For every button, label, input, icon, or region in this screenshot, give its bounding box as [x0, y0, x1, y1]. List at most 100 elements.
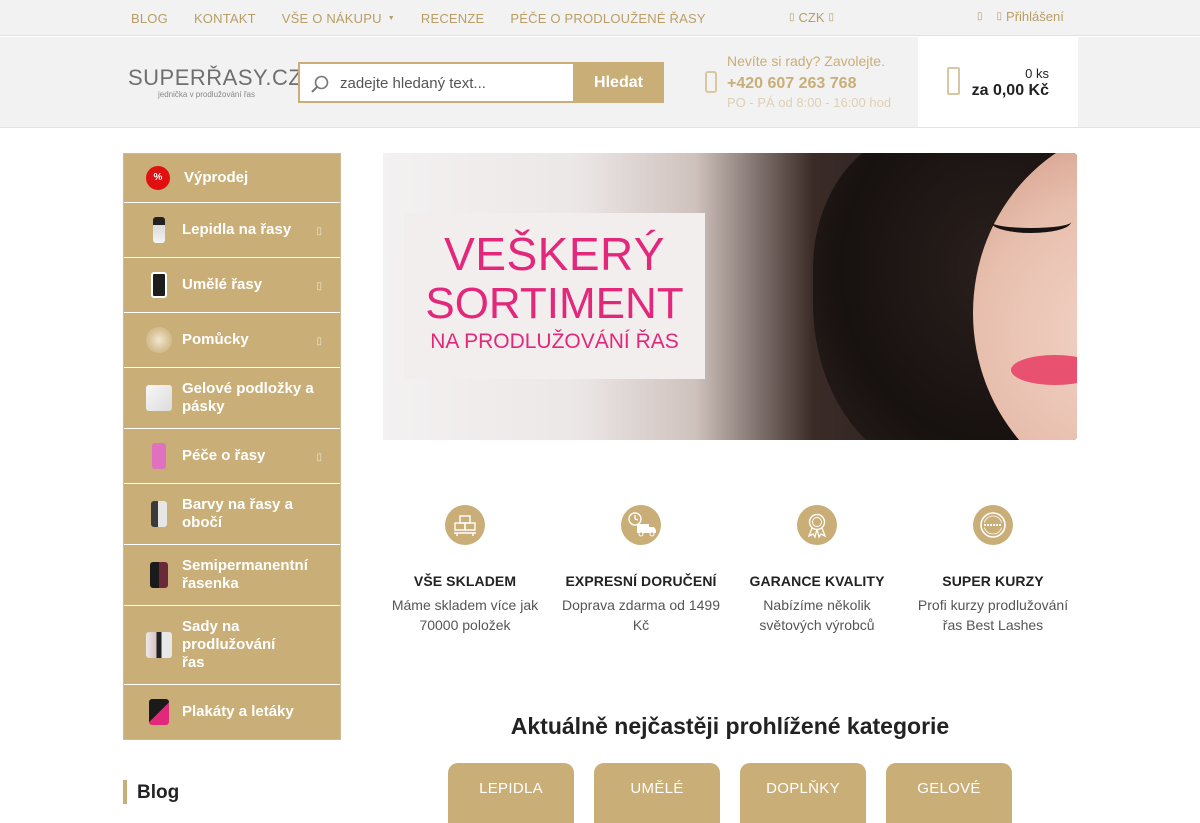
- cart-total: za 0,00 Kč: [971, 82, 1049, 99]
- sidebar-item-label: Sady na prodlužování řas: [182, 618, 276, 671]
- feature-title: VŠE SKLADEM: [413, 573, 517, 589]
- feature-title: GARANCE KVALITY: [749, 573, 885, 589]
- feature-desc: Nabízíme několik světových výrobců: [759, 597, 875, 633]
- sidebar-item-label: Péče o řasy: [182, 447, 266, 464]
- poster-icon: [149, 699, 169, 725]
- login-icon: ▯: [996, 11, 1003, 22]
- chevron-down-icon: ▼: [387, 14, 395, 22]
- currency-selector[interactable]: ▯ CZK ▯: [789, 10, 834, 25]
- feature-desc: Doprava zdarma od 1499 Kč: [562, 597, 720, 633]
- category-sidebar: % Výprodej Lepidla na řasy ▯ Umělé řasy …: [123, 153, 341, 740]
- feature-doruceni: EXPRESNÍ DORUČENÍ Doprava zdarma od 1499…: [556, 505, 726, 635]
- sidebar-item-lepidla[interactable]: Lepidla na řasy ▯: [124, 203, 340, 258]
- cart-count: 0 ks: [1025, 66, 1049, 81]
- search-form: Hledat: [298, 62, 664, 103]
- nav-pece-label: PÉČE O PRODLOUŽENÉ ŘASY: [510, 10, 706, 26]
- nav-vse-o-nakupu[interactable]: VŠE O NÁKUPU ▼: [269, 11, 408, 26]
- sidebar-item-label: Plakáty a letáky: [182, 703, 294, 720]
- gel-pads-icon: [146, 385, 172, 411]
- login-link[interactable]: ▯ ▯ Přihlášení: [977, 9, 1064, 24]
- sidebar-item-label: Semipermanentní řasenka: [182, 557, 308, 592]
- sidebar-item-vyprodej[interactable]: % Výprodej: [124, 154, 340, 203]
- chevron-right-icon: ▯: [316, 226, 322, 237]
- sidebar-item-gelove-podlozky[interactable]: Gelové podložky a pásky: [124, 368, 340, 429]
- quality-medal-icon: [797, 505, 837, 545]
- feature-kvalita: GARANCE KVALITY Nabízíme několik světový…: [732, 505, 902, 635]
- chevron-right-icon: ▯: [316, 281, 322, 292]
- feature-desc: Profi kurzy prodlužování řas Best Lashes: [917, 597, 1069, 633]
- cart-icon: [947, 67, 960, 95]
- sidebar-item-semipermanentni[interactable]: Semipermanentní řasenka: [124, 545, 340, 606]
- top-bar: BLOG KONTAKT VŠE O NÁKUPU ▼ RECENZE PÉČE …: [0, 0, 1200, 36]
- chevron-down-icon: ▯: [828, 12, 835, 23]
- contact-phone[interactable]: +420 607 263 768: [727, 75, 856, 93]
- feature-title: SUPER KURZY: [942, 573, 1044, 589]
- sidebar-item-label: Barvy na řasy a obočí: [182, 496, 293, 531]
- sidebar-item-umele-rasy[interactable]: Umělé řasy ▯: [124, 258, 340, 313]
- site-logo[interactable]: SUPERŘASY.CZ jednička v prodlužování řas: [128, 65, 303, 103]
- banner-line-3: NA PRODLUŽOVÁNÍ ŘAS: [430, 330, 679, 353]
- nav-kontakt[interactable]: KONTAKT: [181, 11, 269, 26]
- sidebar-item-label: Pomůcky: [182, 331, 249, 348]
- currency-icon: ▯: [789, 12, 795, 23]
- banner-lashes-left: [991, 211, 1071, 233]
- contact-hours: PO - PÁ od 8:00 - 16:00 hod: [727, 95, 892, 110]
- banner-text-card: VEŠKERÝ SORTIMENT NA PRODLUŽOVÁNÍ ŘAS: [404, 213, 705, 379]
- category-tile-doplnky[interactable]: DOPLŇKY: [740, 763, 866, 823]
- popular-categories: LEPIDLA UMĚLÉ DOPLŇKY GELOVÉ: [448, 763, 1012, 823]
- site-header: SUPERŘASY.CZ jednička v prodlužování řas…: [0, 37, 1200, 128]
- categories-heading: Aktuálně nejčastěji prohlížené kategorie: [510, 713, 950, 739]
- chevron-right-icon: ▯: [316, 452, 322, 463]
- sidebar-item-sady[interactable]: Sady na prodlužování řas: [124, 606, 340, 685]
- certified-icon: [973, 505, 1013, 545]
- login-label: Přihlášení: [1006, 9, 1064, 24]
- search-field-wrapper: [298, 62, 574, 103]
- feature-title: EXPRESNÍ DORUČENÍ: [565, 573, 717, 589]
- phone-icon: [705, 71, 717, 93]
- search-button[interactable]: Hledat: [573, 62, 664, 103]
- banner-line-2: SORTIMENT: [425, 279, 684, 328]
- feature-kurzy: SUPER KURZY Profi kurzy prodlužování řas…: [908, 505, 1078, 635]
- nav-recenze-label: RECENZE: [420, 10, 485, 26]
- currency-label: CZK: [798, 10, 825, 25]
- nav-pece[interactable]: PÉČE O PRODLOUŽENÉ ŘASY: [497, 11, 718, 26]
- user-icon: ▯: [977, 11, 983, 22]
- banner-line-1: VEŠKERÝ: [444, 228, 665, 280]
- kit-set-icon: [146, 632, 172, 658]
- sidebar-item-label: Umělé řasy: [182, 276, 263, 293]
- feature-skladem: VŠE SKLADEM Máme skladem více jak 70000 …: [380, 505, 550, 635]
- nav-recenze[interactable]: RECENZE: [408, 11, 498, 26]
- sidebar-item-pomucky[interactable]: Pomůcky ▯: [124, 313, 340, 368]
- sale-badge-icon: %: [146, 166, 170, 190]
- top-navigation: BLOG KONTAKT VŠE O NÁKUPU ▼ RECENZE PÉČE …: [118, 0, 719, 36]
- category-tile-umele[interactable]: UMĚLÉ: [594, 763, 720, 823]
- hero-banner[interactable]: VEŠKERÝ SORTIMENT NA PRODLUŽOVÁNÍ ŘAS: [383, 153, 1077, 440]
- category-tile-lepidla[interactable]: LEPIDLA: [448, 763, 574, 823]
- nav-blog[interactable]: BLOG: [118, 11, 181, 26]
- sidebar-item-pece-o-rasy[interactable]: Péče o řasy ▯: [124, 429, 340, 484]
- cart-widget[interactable]: 0 ks za 0,00 Kč: [918, 37, 1078, 127]
- dye-bottles-icon: [151, 501, 167, 527]
- sidebar-item-barvy[interactable]: Barvy na řasy a obočí: [124, 484, 340, 545]
- logo-text: SUPERŘASY.CZ: [128, 65, 303, 90]
- contact-question: Nevíte si rady? Zavolejte.: [727, 53, 885, 69]
- sidebar-item-label: Výprodej: [184, 169, 249, 186]
- chevron-right-icon: ▯: [316, 336, 322, 347]
- care-product-icon: [152, 443, 166, 469]
- sidebar-item-label: Gelové podložky a pásky: [182, 380, 314, 415]
- delivery-truck-icon: [621, 505, 661, 545]
- sidebar-item-label: Lepidla na řasy: [182, 221, 292, 238]
- category-tile-gelove[interactable]: GELOVÉ: [886, 763, 1012, 823]
- nav-kontakt-label: KONTAKT: [193, 10, 256, 26]
- sidebar-item-plakaty[interactable]: Plakáty a letáky: [124, 685, 340, 739]
- search-input[interactable]: [340, 72, 570, 94]
- mascara-icon: [150, 562, 168, 588]
- logo-tagline: jednička v prodlužování řas: [158, 90, 255, 99]
- glue-bottle-icon: [153, 217, 165, 243]
- tools-fan-icon: [146, 327, 172, 353]
- feature-desc: Máme skladem více jak 70000 položek: [391, 597, 539, 633]
- lash-tray-icon: [151, 272, 167, 298]
- nav-vse-o-nakupu-label: VŠE O NÁKUPU: [281, 10, 382, 26]
- search-icon: [311, 75, 329, 93]
- warehouse-icon: [445, 505, 485, 545]
